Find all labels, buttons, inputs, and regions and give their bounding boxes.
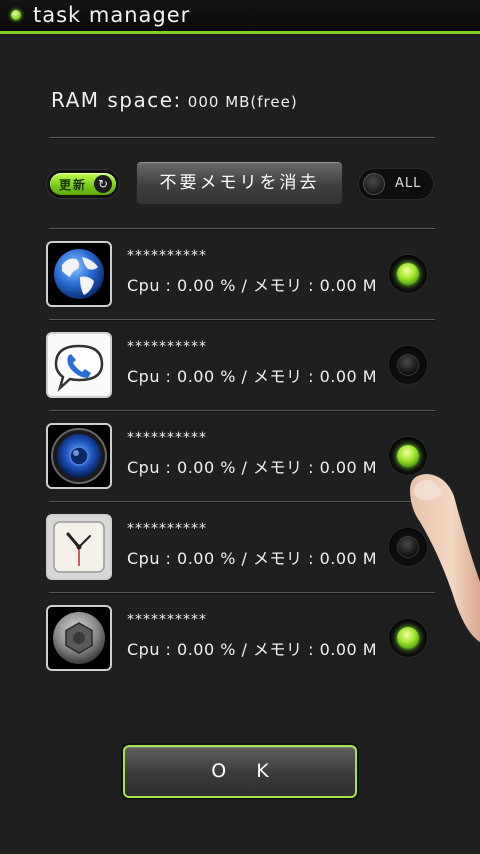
- toggle-knob: [363, 173, 385, 195]
- refresh-pill: 更新 ↻: [50, 173, 116, 195]
- task-stats: Cpu : 0.00 % / メモリ : 0.00 M: [127, 458, 378, 477]
- select-indicator[interactable]: [389, 346, 427, 384]
- clear-memory-button[interactable]: 不要メモリを消去: [136, 161, 343, 205]
- task-item[interactable]: ********** Cpu : 0.00 % / メモリ : 0.00 M: [46, 593, 435, 684]
- divider: [49, 137, 435, 138]
- task-name: **********: [127, 248, 207, 264]
- refresh-label: 更新: [59, 178, 88, 192]
- title-bar: task manager: [0, 0, 480, 34]
- ram-info: RAM space: 000 MB(free): [51, 88, 298, 112]
- led-light: [397, 627, 419, 649]
- select-indicator[interactable]: [389, 255, 427, 293]
- task-item[interactable]: ********** Cpu : 0.00 % / メモリ : 0.00 M: [46, 502, 435, 593]
- led-light: [397, 536, 419, 558]
- bolt-icon: [46, 605, 112, 671]
- ram-value: 000 MB(free): [187, 93, 298, 111]
- ram-label: RAM space:: [51, 88, 182, 112]
- task-stats: Cpu : 0.00 % / メモリ : 0.00 M: [127, 640, 378, 659]
- globe-icon: [46, 241, 112, 307]
- led-light: [397, 445, 419, 467]
- task-item[interactable]: ********** Cpu : 0.00 % / メモリ : 0.00 M: [46, 411, 435, 502]
- select-indicator[interactable]: [389, 437, 427, 475]
- all-label: ALL: [395, 176, 422, 191]
- task-name: **********: [127, 612, 207, 628]
- task-stats: Cpu : 0.00 % / メモリ : 0.00 M: [127, 549, 378, 568]
- ok-button[interactable]: OK: [123, 745, 357, 798]
- task-item[interactable]: ********** Cpu : 0.00 % / メモリ : 0.00 M: [46, 229, 435, 320]
- led-light: [397, 263, 419, 285]
- select-indicator[interactable]: [389, 528, 427, 566]
- clock-icon: [46, 514, 112, 580]
- task-name: **********: [127, 430, 207, 446]
- task-stats: Cpu : 0.00 % / メモリ : 0.00 M: [127, 367, 378, 386]
- app-title: task manager: [33, 3, 191, 27]
- status-dot-icon: [11, 10, 21, 20]
- refresh-icon: ↻: [94, 175, 112, 193]
- all-toggle[interactable]: ALL: [358, 168, 434, 200]
- speaker-icon: [46, 423, 112, 489]
- task-name: **********: [127, 339, 207, 355]
- refresh-toggle[interactable]: 更新 ↻: [46, 169, 120, 199]
- task-stats: Cpu : 0.00 % / メモリ : 0.00 M: [127, 276, 378, 295]
- phone-chat-icon: [46, 332, 112, 398]
- task-item[interactable]: ********** Cpu : 0.00 % / メモリ : 0.00 M: [46, 320, 435, 411]
- select-indicator[interactable]: [389, 619, 427, 657]
- led-light: [397, 354, 419, 376]
- task-name: **********: [127, 521, 207, 537]
